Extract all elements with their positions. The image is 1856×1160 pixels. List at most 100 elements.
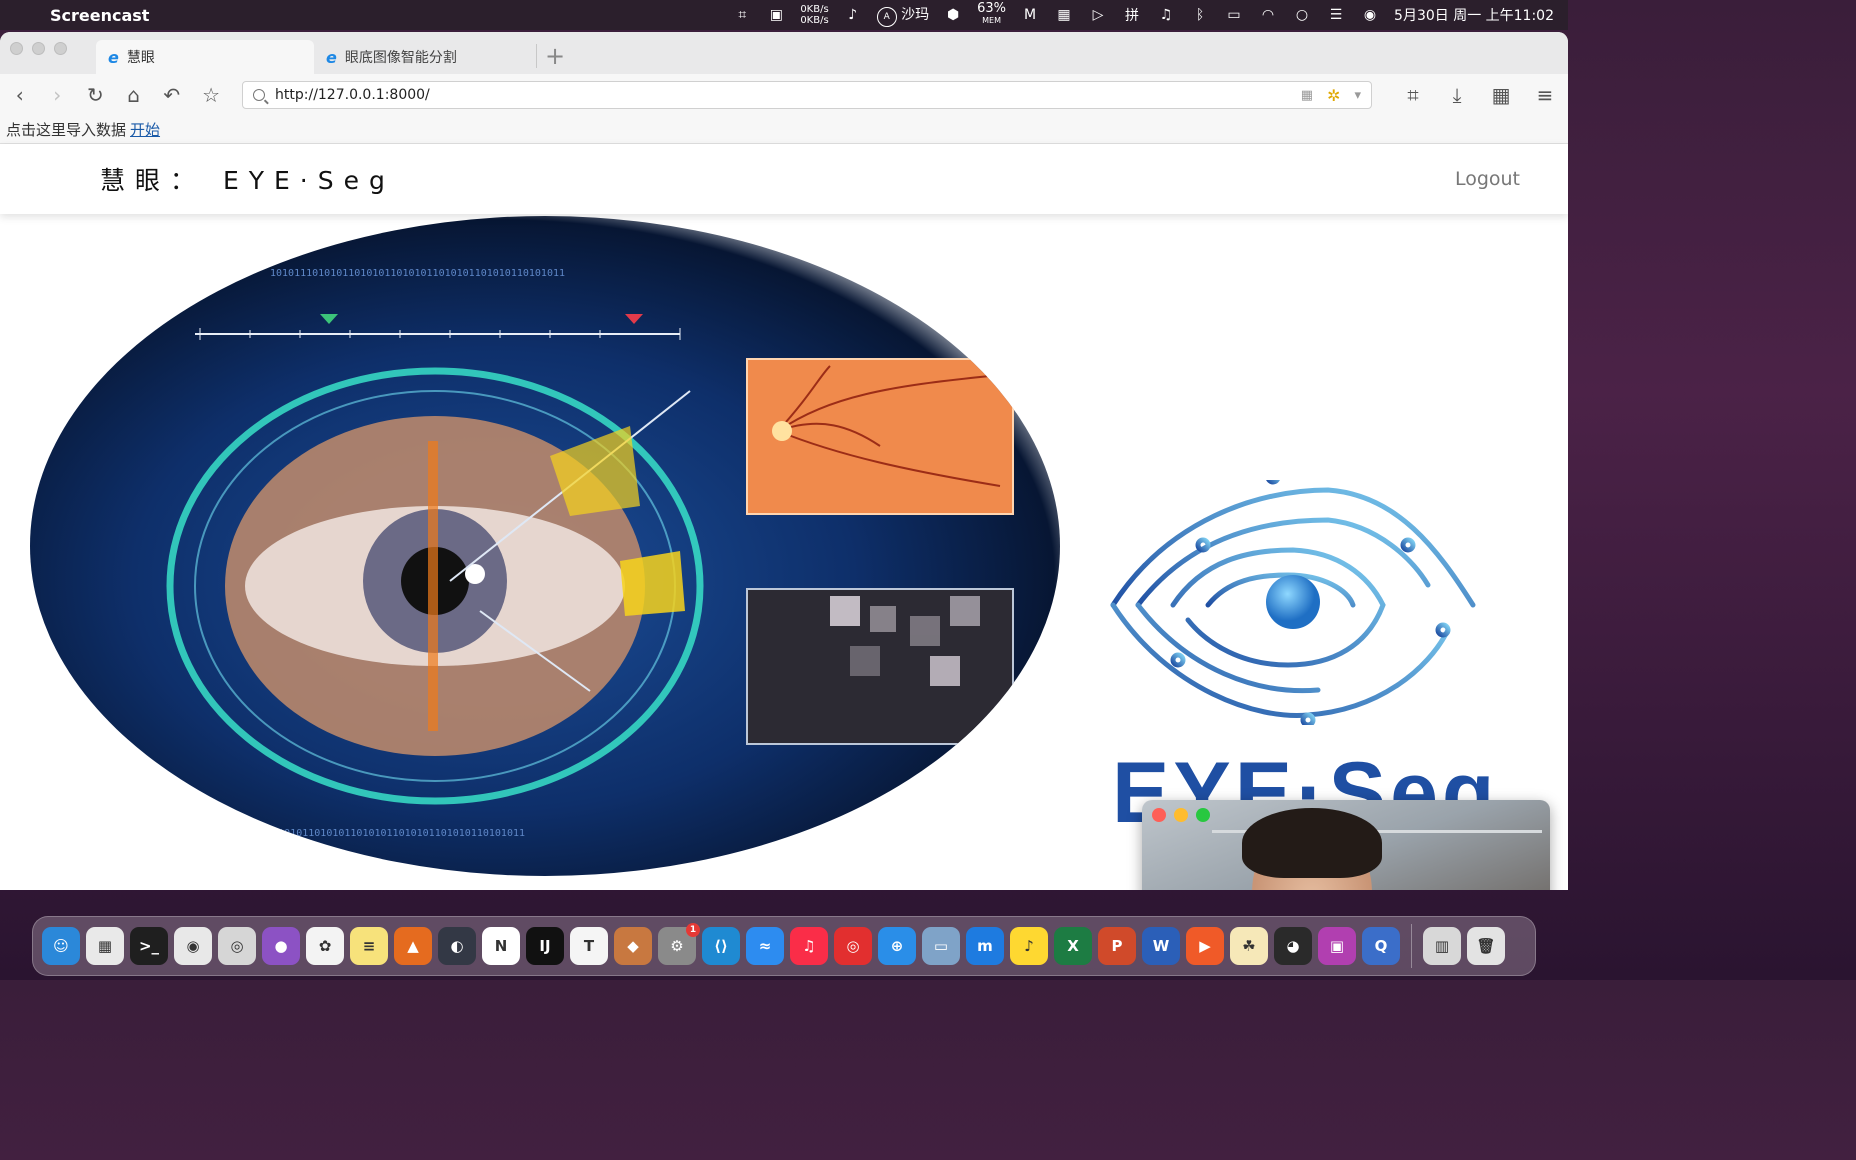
url-text[interactable]: http://127.0.0.1:8000/ (275, 87, 430, 103)
bluetooth-icon[interactable]: ᛒ (1190, 7, 1210, 23)
hero-illustration: 1010111010101101010110101011010101101010… (166, 268, 1014, 839)
forward-button[interactable]: › (50, 83, 66, 107)
play-icon[interactable]: ▷ (1088, 7, 1108, 23)
excel-icon[interactable]: X (1054, 927, 1092, 965)
dropdown-icon[interactable]: ▾ (1354, 88, 1361, 103)
trash-icon[interactable]: 🗑 (1467, 927, 1505, 965)
hexagon-icon[interactable]: ⬢ (943, 7, 963, 23)
music-icon[interactable]: ♫ (790, 927, 828, 965)
finder-icon[interactable]: ☺ (42, 927, 80, 965)
tab-huiyan[interactable]: e 慧眼 (96, 40, 314, 74)
chrome-icon[interactable]: ◉ (174, 927, 212, 965)
cat-icon[interactable]: ▣ (766, 7, 786, 23)
eye-seg-logo (1110, 480, 1476, 725)
search-icon (253, 89, 266, 101)
infuse-icon[interactable]: ▶ (1186, 927, 1224, 965)
new-tab-button[interactable]: + (536, 44, 565, 68)
quicktime-icon[interactable]: Q (1362, 927, 1400, 965)
qq-music-icon[interactable]: ♪ (1010, 927, 1048, 965)
extension-icon[interactable]: ✲ (1327, 86, 1340, 105)
launchpad-icon[interactable]: ▦ (86, 927, 124, 965)
crop-icon[interactable]: ⌗ (732, 7, 752, 23)
site-brand[interactable]: 慧眼： EYE·Seg (100, 161, 395, 197)
webcam-zoom-button[interactable] (1196, 808, 1210, 822)
archive-icon[interactable]: ▥ (1423, 927, 1461, 965)
menubar: Screencast ⌗ ▣ 0KB/s 0KB/s ♪ A 沙玛 ⬢ 63% … (0, 0, 1568, 30)
word-icon[interactable]: W (1142, 927, 1180, 965)
paw-icon[interactable]: ☘ (1230, 927, 1268, 965)
back-button[interactable]: ‹ (12, 83, 28, 107)
spotlight-search-icon[interactable]: ○ (1292, 7, 1312, 23)
hero-binary-bottom: 1010111010101101010110101011010101101010… (230, 828, 525, 839)
siri-icon[interactable]: ◉ (1360, 7, 1380, 23)
screenshot-icon[interactable]: ◎ (218, 927, 256, 965)
battery-icon[interactable]: ▭ (1224, 7, 1244, 23)
preview-icon[interactable]: ▭ (922, 927, 960, 965)
ie-icon: e (108, 47, 119, 67)
memory-indicator[interactable]: 63% MEM (977, 2, 1006, 27)
volume-icon[interactable]: ♫ (1156, 7, 1176, 23)
ie-icon: e (326, 47, 337, 67)
menu-icon[interactable]: ≡ (1534, 83, 1556, 107)
notion-icon[interactable]: N (482, 927, 520, 965)
net-up: 0KB/s (800, 4, 829, 15)
apps-icon[interactable]: ▦ (1490, 83, 1512, 107)
xmind-icon[interactable]: ≈ (746, 927, 784, 965)
notes-icon[interactable]: ≡ (350, 927, 388, 965)
matlab-icon[interactable]: ▲ (394, 927, 432, 965)
typora-icon[interactable]: T (570, 927, 608, 965)
terminal-icon[interactable]: >_ (130, 927, 168, 965)
photos-icon[interactable]: ✿ (306, 927, 344, 965)
logout-link[interactable]: Logout (1455, 168, 1520, 190)
safari-icon[interactable]: ⊕ (878, 927, 916, 965)
hero-eye-image: 1010111010101101010110101011010101101010… (30, 216, 1060, 876)
bell-icon[interactable]: ♪ (843, 7, 863, 23)
obs-icon[interactable]: ◐ (438, 927, 476, 965)
reload-button[interactable]: ↻ (87, 83, 104, 107)
parallels-icon[interactable]: ◆ (614, 927, 652, 965)
undo-close-button[interactable]: ↶ (163, 83, 180, 107)
home-button[interactable]: ⌂ (126, 83, 142, 107)
qr-code-icon[interactable]: ▦ (1301, 88, 1313, 103)
webcam-minimize-button[interactable] (1174, 808, 1188, 822)
zoom-window-button[interactable] (54, 42, 67, 55)
bookmark-star-button[interactable]: ☆ (202, 83, 220, 107)
qq-icon[interactable]: ◕ (1274, 927, 1312, 965)
address-bar[interactable]: http://127.0.0.1:8000/ ▦ ✲ ▾ (242, 81, 1373, 109)
translate-icon: A (876, 6, 897, 27)
maxthon-icon[interactable]: m (966, 927, 1004, 965)
close-window-button[interactable] (10, 42, 23, 55)
layout-icon[interactable]: ▦ (1054, 7, 1074, 23)
intellij-icon[interactable]: IJ (526, 927, 564, 965)
ime-indicator[interactable]: 拼 (1122, 7, 1142, 24)
browser-toolbar: ‹ › ↻ ⌂ ↶ ☆ http://127.0.0.1:8000/ ▦ ✲ ▾… (0, 74, 1568, 116)
github-icon[interactable]: ● (262, 927, 300, 965)
toolbar-right: ⌗ ⤓ ▦ ≡ (1402, 83, 1556, 107)
net-down: 0KB/s (800, 15, 829, 26)
webcam-close-button[interactable] (1152, 808, 1166, 822)
dock-separator (1411, 924, 1412, 968)
tab-label: 眼底图像智能分割 (344, 50, 457, 66)
screen-recorder-icon[interactable]: ▣ (1318, 927, 1356, 965)
web-page: 慧眼： EYE·Seg Logout 101011101010110101011… (0, 144, 1568, 890)
screenshot-crop-icon[interactable]: ⌗ (1402, 83, 1424, 107)
control-center-icon[interactable]: ☰ (1326, 7, 1346, 23)
bookmarks-bar: 点击这里导入数据 开始 (0, 116, 1568, 144)
start-link[interactable]: 开始 (130, 119, 160, 140)
menubar-clock[interactable]: 5月30日 周一 上午11:02 (1394, 5, 1554, 25)
system-preferences-icon[interactable]: ⚙ 1 (658, 923, 700, 965)
network-speed[interactable]: 0KB/s 0KB/s (800, 4, 828, 26)
minimize-window-button[interactable] (32, 42, 45, 55)
m-icon[interactable]: M (1020, 7, 1040, 23)
download-icon[interactable]: ⤓ (1446, 83, 1468, 107)
webcam-person-hair (1242, 808, 1382, 878)
app-name[interactable]: Screencast (50, 6, 149, 25)
tab-label: 慧眼 (126, 50, 155, 66)
vscode-icon[interactable]: ⟨⟩ (702, 927, 740, 965)
webcam-overlay[interactable] (1142, 800, 1550, 890)
netease-music-icon[interactable]: ◎ (834, 927, 872, 965)
wifi-icon[interactable]: ◠ (1258, 7, 1278, 23)
shortcut-menu[interactable]: A 沙玛 (876, 4, 929, 27)
tab-fundus-segmentation[interactable]: e 眼底图像智能分割 (314, 40, 532, 74)
powerpoint-icon[interactable]: P (1098, 927, 1136, 965)
